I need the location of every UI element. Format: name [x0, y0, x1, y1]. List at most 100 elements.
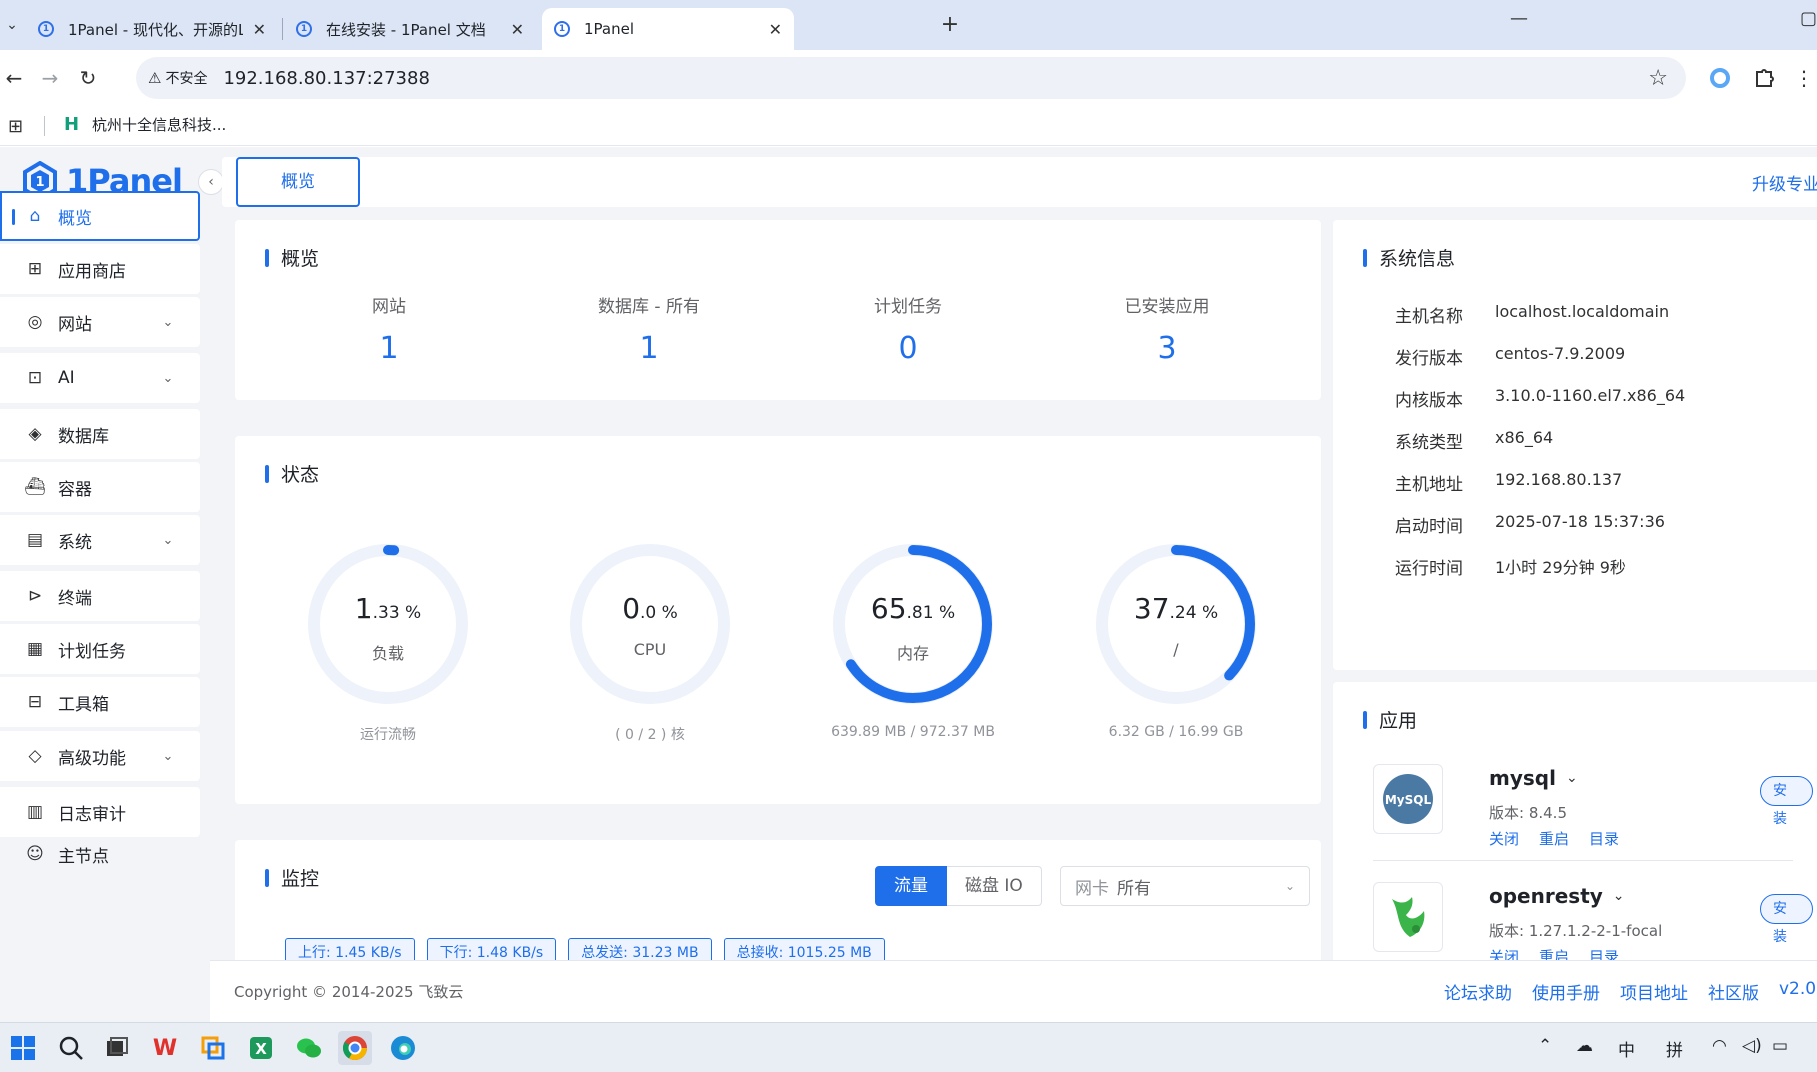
app-switcher-icon[interactable]	[196, 1031, 230, 1065]
back-arrow-icon[interactable]: ←	[0, 64, 28, 92]
tab-close-icon[interactable]: ✕	[511, 20, 524, 39]
security-indicator[interactable]: ⚠ 不安全	[148, 68, 207, 88]
sidebar-item-ai[interactable]: ⊡ AI ⌄	[0, 353, 200, 403]
app-version: 版本: 8.4.5	[1489, 804, 1567, 822]
chrome-icon[interactable]	[338, 1031, 372, 1065]
apps-grid-icon[interactable]: ⊞	[8, 116, 23, 137]
upgrade-link[interactable]: 升级专业版	[1752, 170, 1817, 195]
sidebar-item-toolbox[interactable]: ⊟ 工具箱	[0, 677, 200, 727]
wps-office-icon[interactable]: W	[148, 1031, 182, 1065]
chevron-down-icon: ⌄	[1612, 888, 1625, 904]
chevron-down-icon: ⌄	[1565, 770, 1578, 786]
sidebar-item-app-store[interactable]: ⊞ 应用商店	[0, 244, 200, 294]
stop-link[interactable]: 关闭	[1489, 828, 1519, 849]
sidebar-item-system[interactable]: ▤ 系统 ⌄	[0, 515, 200, 565]
gauge-label: CPU	[633, 640, 667, 659]
overview-websites[interactable]: 网站 1	[289, 292, 489, 366]
app-version: 版本: 1.27.1.2-2-1-focal	[1489, 922, 1663, 940]
sidebar-node-selector[interactable]: ☺ 主节点	[0, 829, 200, 879]
browser-tab-1panel-active[interactable]: 1 1Panel ✕	[542, 8, 794, 50]
directory-link[interactable]: 目录	[1589, 828, 1619, 849]
installed-badge[interactable]: 安装	[1760, 894, 1813, 945]
reload-icon[interactable]: ↻	[74, 64, 102, 92]
wifi-icon[interactable]: ◠	[1712, 1036, 1727, 1056]
extensions-puzzle-icon[interactable]	[1750, 64, 1778, 92]
apps-title: 应用	[1363, 706, 1417, 733]
installed-badge[interactable]: 安装	[1760, 776, 1813, 827]
overview-databases[interactable]: 数据库 - 所有 1	[549, 292, 749, 366]
ime-language-indicator[interactable]: 中	[1618, 1036, 1635, 1061]
tray-expand-icon[interactable]: ⌃	[1538, 1036, 1552, 1056]
project-link[interactable]: 项目地址	[1620, 979, 1688, 1004]
onedrive-icon[interactable]: ☁	[1576, 1036, 1593, 1056]
battery-icon[interactable]: ▭	[1772, 1036, 1788, 1056]
sidebar-item-label: 工具箱	[58, 694, 109, 715]
windows-start-icon[interactable]	[6, 1031, 40, 1065]
memory-gauge[interactable]: 65.81 % 内存	[823, 534, 1003, 714]
load-gauge[interactable]: 1.33 % 负载	[298, 534, 478, 714]
tab-search-dropdown[interactable]: ⌄	[0, 10, 24, 40]
overview-value[interactable]: 3	[1067, 331, 1267, 366]
bookmark-item[interactable]: H 杭州十全信息科技...	[64, 114, 226, 135]
maximize-icon[interactable]: ▢	[1800, 8, 1817, 29]
info-key: 主机名称	[1395, 307, 1463, 327]
browser-toolbar: ← → ↻ ⚠ 不安全 192.168.80.137:27388 ☆ ⋮	[0, 50, 1817, 106]
wechat-icon[interactable]	[292, 1031, 326, 1065]
overview-value[interactable]: 0	[808, 331, 1008, 366]
version-link[interactable]: v2.0	[1779, 979, 1816, 1004]
nic-select[interactable]: 网卡 所有 ⌄	[1060, 866, 1310, 906]
bookmark-favicon-icon: H	[64, 113, 80, 135]
overview-value[interactable]: 1	[289, 331, 489, 366]
tab-close-icon[interactable]: ✕	[253, 20, 266, 39]
new-tab-button[interactable]: +	[935, 10, 965, 40]
overview-value[interactable]: 1	[549, 331, 749, 366]
chevron-down-icon: ⌄	[162, 748, 174, 764]
restart-link[interactable]: 重启	[1539, 828, 1569, 849]
task-view-icon[interactable]	[100, 1031, 134, 1065]
bookmark-star-icon[interactable]: ☆	[1648, 66, 1668, 91]
home-icon: ⌂	[29, 206, 41, 226]
app-name[interactable]: mysql ⌄	[1489, 766, 1578, 790]
url-text[interactable]: 192.168.80.137:27388	[223, 68, 429, 89]
app-divider	[1373, 860, 1793, 861]
cpu-gauge[interactable]: 0.0 % CPU	[560, 534, 740, 714]
overview-installed-apps[interactable]: 已安装应用 3	[1067, 292, 1267, 366]
disk-gauge[interactable]: 37.24 % /	[1086, 534, 1266, 714]
browser-tab-docs[interactable]: 1 在线安装 - 1Panel 文档 ✕	[284, 8, 536, 50]
forward-arrow-icon[interactable]: →	[36, 64, 64, 92]
globe-icon: ◎	[27, 312, 43, 332]
ime-mode-indicator[interactable]: 拼	[1666, 1036, 1683, 1061]
info-key: 启动时间	[1395, 517, 1463, 537]
app-name[interactable]: openresty ⌄	[1489, 884, 1625, 908]
sidebar-item-overview[interactable]: ⌂ 概览	[0, 191, 200, 241]
sidebar-item-advanced[interactable]: ◇ 高级功能 ⌄	[0, 731, 200, 781]
manual-link[interactable]: 使用手册	[1532, 979, 1600, 1004]
sidebar-collapse-button[interactable]: ‹	[198, 169, 224, 195]
disk-io-tab-button[interactable]: 磁盘 IO	[947, 866, 1042, 906]
traffic-tab-button[interactable]: 流量	[875, 866, 947, 906]
minimize-button[interactable]: —	[1510, 8, 1528, 29]
overview-cron-jobs[interactable]: 计划任务 0	[808, 292, 1008, 366]
info-row-uptime: 运行时间 1小时 29分钟 9秒	[1395, 554, 1626, 579]
excel-icon[interactable]: X	[244, 1031, 278, 1065]
server-icon: ▤	[26, 530, 44, 550]
sidebar-item-cron[interactable]: ▦ 计划任务	[0, 624, 200, 674]
tab-close-icon[interactable]: ✕	[769, 20, 782, 39]
sidebar-item-database[interactable]: ◈ 数据库	[0, 409, 200, 459]
info-value: 1小时 29分钟 9秒	[1495, 558, 1626, 577]
sidebar-item-website[interactable]: ◎ 网站 ⌄	[0, 297, 200, 347]
sidebar-item-terminal[interactable]: ⊳ 终端	[0, 571, 200, 621]
search-icon[interactable]	[54, 1031, 88, 1065]
browser-menu-icon[interactable]: ⋮	[1790, 64, 1817, 92]
volume-icon[interactable]: ◁)	[1742, 1036, 1762, 1056]
browser-tab-1panel-home[interactable]: 1 1Panel - 现代化、开源的Linux服务器运维管理面板 ✕	[26, 8, 278, 50]
forum-link[interactable]: 论坛求助	[1444, 979, 1512, 1004]
chevron-down-icon: ⌄	[162, 532, 174, 548]
edge-icon[interactable]	[386, 1031, 420, 1065]
sidebar-item-container[interactable]: ⛴ 容器	[0, 462, 200, 512]
browser-extension-ring-icon[interactable]	[1706, 64, 1734, 92]
breadcrumb-overview-tab[interactable]: 概览	[236, 157, 360, 207]
address-bar[interactable]: ⚠ 不安全 192.168.80.137:27388 ☆	[136, 57, 1686, 99]
edition-link[interactable]: 社区版	[1708, 979, 1759, 1004]
monitor-type-switch: 流量 磁盘 IO	[875, 866, 1042, 906]
